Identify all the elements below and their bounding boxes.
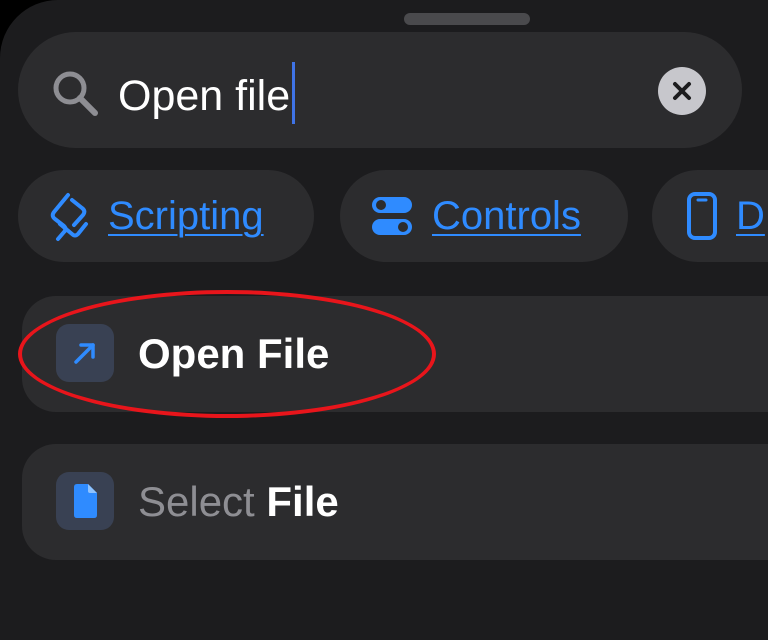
document-icon [74,484,97,518]
sheet-grabber[interactable] [404,13,530,25]
search-input[interactable]: Open file [118,62,296,124]
close-icon [673,82,691,100]
search-icon [53,71,98,116]
category-label-scripting: Scripting [108,194,264,238]
category-chip-device[interactable]: D [652,170,768,262]
shortcuts-search-sheet: Open file Scripting Controls D Open File… [0,0,768,640]
arrow-up-right-icon [74,343,95,364]
label-prefix: Select [138,478,255,525]
label-match: File [266,478,339,525]
category-label-controls: Controls [432,194,581,238]
controls-icon [372,197,412,235]
result-row-select-file[interactable]: Select File [22,444,768,560]
result-label-open-file: Open File [138,330,330,377]
result-row-open-file[interactable]: Open File [22,296,768,412]
device-icon [687,192,717,240]
search-query: Open file [118,72,291,120]
clear-search-button[interactable] [658,67,706,115]
open-file-icon-box [56,324,114,382]
text-caret [292,62,296,124]
scripting-icon [50,193,88,241]
result-label-select-file: Select File [138,474,339,530]
category-label-device: D [736,194,765,238]
category-chip-controls[interactable]: Controls [340,170,628,262]
select-file-icon-box [56,472,114,530]
category-chip-scripting[interactable]: Scripting [18,170,314,262]
